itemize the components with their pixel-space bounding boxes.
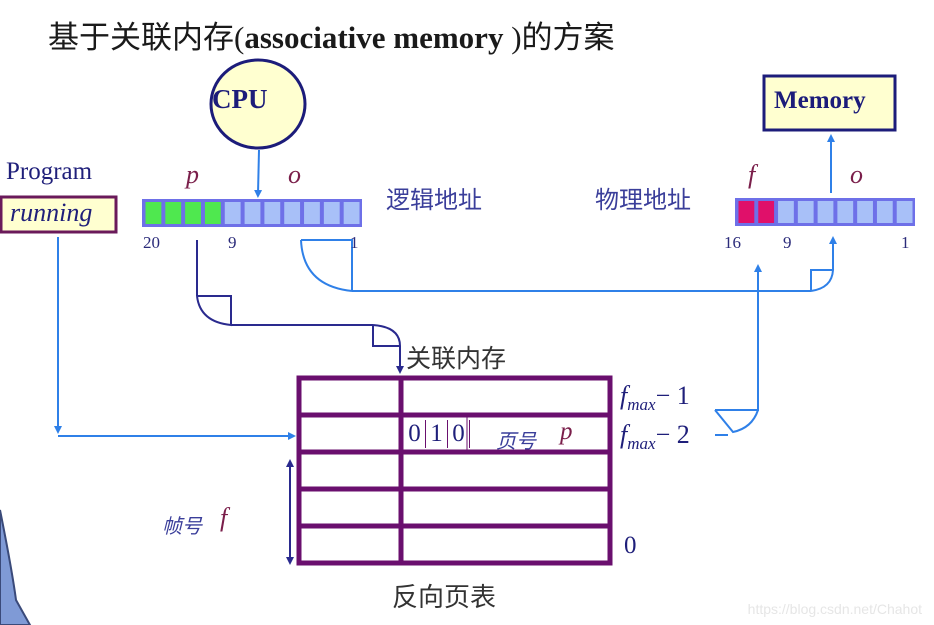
- pid-bit-0: 0: [404, 420, 426, 448]
- offset-bit-cell: [224, 202, 241, 224]
- offset-bit-cell: [244, 202, 261, 224]
- pid-bits: 0 1 0: [404, 420, 470, 448]
- table-frame: [296, 375, 613, 566]
- inverted-page-table: [296, 375, 613, 566]
- physical-bit-mid: 9: [783, 233, 792, 252]
- logical-bit-mid: 9: [228, 233, 237, 252]
- running-label: running: [10, 198, 93, 227]
- offset-bit-cell: [343, 202, 360, 224]
- logical-page-var: p: [186, 160, 199, 189]
- cpu-label: CPU: [212, 84, 268, 114]
- offset-bit-cell: [837, 201, 854, 223]
- physical-address-register: [735, 198, 915, 226]
- logical-bit-low: 1: [350, 233, 359, 252]
- page-bit-cell: [185, 202, 201, 224]
- frame-bit-cell: [758, 201, 775, 223]
- offset-bit-cell: [857, 201, 873, 223]
- offset-bit-cell: [876, 201, 893, 223]
- offset-path: [300, 236, 837, 292]
- page-number-label: 页号: [496, 429, 536, 453]
- logical-bit-high: 20: [143, 233, 160, 252]
- frame-number-path: [714, 264, 762, 436]
- associative-memory-label: 关联内存: [406, 344, 507, 373]
- frame-bit-cell: [738, 201, 755, 223]
- frame-axis-var: f: [220, 503, 228, 532]
- watermark: https://blog.csdn.net/Chahot: [747, 601, 922, 617]
- row-label-zero: 0: [624, 532, 637, 559]
- physical-bit-low: 1: [901, 233, 910, 252]
- fmax1-sub: max: [627, 395, 656, 415]
- fmax2-suffix: − 2: [655, 420, 690, 449]
- page-bit-cell: [165, 202, 182, 224]
- memory-label: Memory: [774, 87, 866, 114]
- offset-bit-cell: [284, 202, 301, 224]
- offset-bit-cell: [304, 202, 320, 224]
- pid-bit-2: 0: [448, 420, 470, 448]
- pid-bit-1: 1: [426, 420, 448, 448]
- frame-axis-label: 帧号: [162, 514, 202, 538]
- inverted-page-table-label: 反向页表: [392, 583, 497, 613]
- offset-bit-cell: [778, 201, 794, 223]
- page-bit-cell: [145, 202, 162, 224]
- page-number-path: [196, 240, 404, 374]
- program-label: Program: [6, 158, 93, 185]
- logical-address-label: 逻辑地址: [386, 186, 482, 214]
- offset-bit-cell: [896, 201, 913, 223]
- page-number-var: p: [560, 418, 573, 445]
- logical-offset-var: o: [288, 160, 301, 189]
- offset-bit-cell: [797, 201, 814, 223]
- fmax1-suffix: − 1: [655, 381, 690, 410]
- offset-bit-cell: [817, 201, 834, 223]
- row-label-fmax-2: fmax− 2: [620, 420, 690, 454]
- physical-offset-var: o: [850, 160, 863, 189]
- physical-address-label: 物理地址: [595, 186, 691, 214]
- logical-address-register: [142, 199, 362, 227]
- physical-bit-high: 16: [724, 233, 741, 252]
- page-bit-cell: [204, 202, 221, 224]
- running-to-table-path: [54, 237, 296, 440]
- decorative-figure-shape: [0, 509, 32, 625]
- physical-frame-var: f: [748, 160, 756, 189]
- row-label-fmax-1: fmax− 1: [620, 381, 690, 415]
- offset-bit-cell: [264, 202, 281, 224]
- fmax2-sub: max: [627, 434, 656, 454]
- offset-bit-cell: [323, 202, 340, 224]
- cpu-to-logical-arrow: [254, 149, 263, 198]
